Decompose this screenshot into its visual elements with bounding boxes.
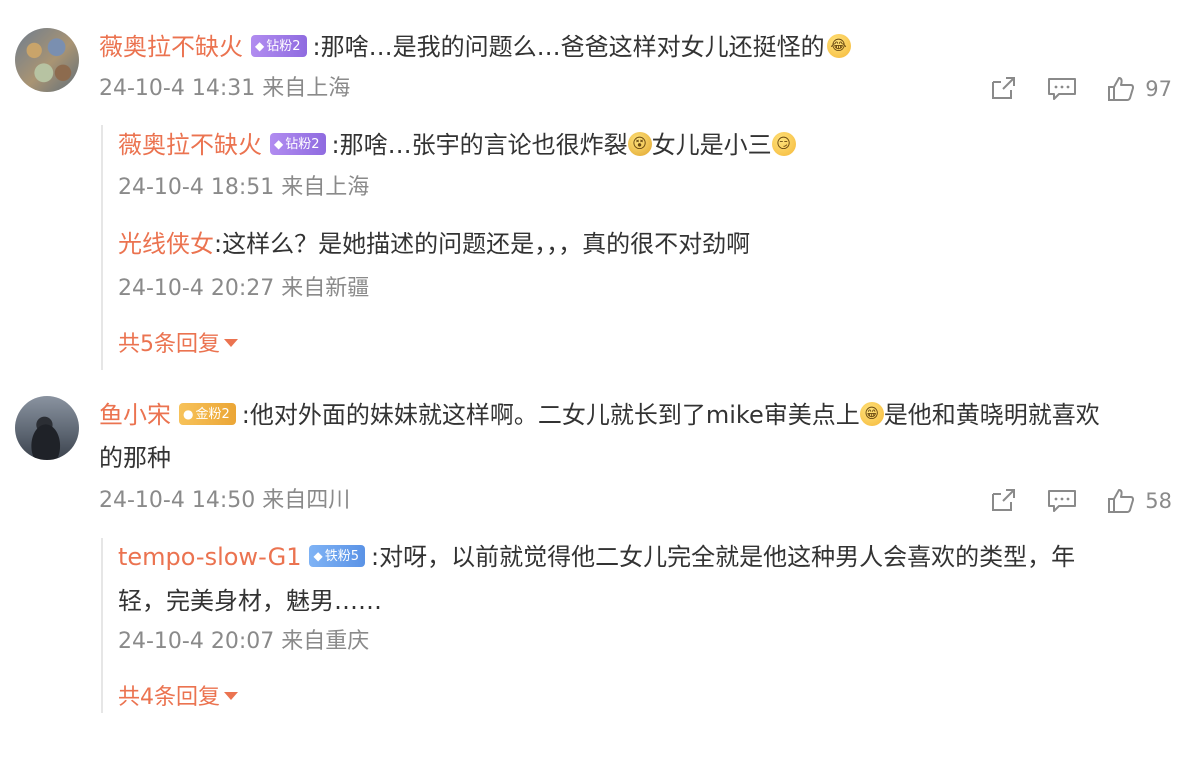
gold-medal-icon: ● [183, 407, 194, 421]
diamond-icon: ◆ [255, 39, 265, 53]
share-button[interactable] [989, 76, 1017, 102]
more-replies-link[interactable]: 共5条回复 [118, 328, 238, 362]
fan-badge[interactable]: ● 金粉2 [179, 403, 236, 425]
comment-actions: 97 [959, 72, 1172, 106]
comment-button[interactable] [1047, 76, 1077, 102]
chevron-down-icon [224, 692, 238, 700]
comment-meta: 24-10-4 14:50 来自四川 [99, 488, 351, 513]
chevron-down-icon [224, 339, 238, 347]
comment-text: :他对外面的妹妹就这样啊。二女儿就长到了mike审美点上 [241, 401, 860, 429]
avatar[interactable] [15, 396, 79, 460]
comment-meta: 24-10-4 14:31 来自上海 [99, 76, 351, 101]
username-link[interactable]: 光线侠女 [118, 230, 214, 258]
comment-text: :那啥…是我的问题么…爸爸这样对女儿还挺怪的 [312, 33, 825, 61]
username-link[interactable]: 薇奥拉不缺火 [118, 131, 262, 159]
reply-meta: 24-10-4 20:27 来自新疆 [118, 276, 370, 301]
username-link[interactable]: 鱼小宋 [99, 401, 171, 429]
reply-meta: 24-10-4 20:07 来自重庆 [118, 629, 370, 654]
reply-text: :这样么？是她描述的问题还是，，，真的很不对劲啊 [214, 230, 751, 258]
reply-text: :那啥…张宇的言论也很炸裂 [331, 131, 628, 159]
crying-laugh-emoji-icon: 😂 [826, 34, 851, 58]
like-button[interactable]: 97 [1107, 76, 1172, 102]
grin-emoji-icon: 😁 [859, 402, 884, 426]
comment-content: 薇奥拉不缺火 ◆ 钻粉2:那啥…是我的问题么…爸爸这样对女儿还挺怪的 😂 [99, 30, 851, 64]
thumbs-up-icon [1108, 77, 1135, 101]
like-button[interactable]: 58 [1107, 488, 1172, 514]
reply-thread [101, 538, 103, 713]
diamond-icon: ◆ [274, 137, 284, 151]
comment-text: 是他和黄晓明就喜欢 [883, 401, 1100, 429]
shocked-emoji-icon: 😵 [627, 132, 652, 156]
comment-actions: 58 [959, 484, 1172, 518]
share-icon [992, 77, 1016, 99]
reply-content: 薇奥拉不缺火 ◆ 钻粉2:那啥…张宇的言论也很炸裂 😵 女儿是小三 😏 [118, 128, 796, 162]
avatar[interactable] [15, 28, 79, 92]
reply-text: :对呀，以前就觉得他二女儿完全就是他这种男人会喜欢的类型，年 [370, 543, 1076, 571]
username-link[interactable]: 薇奥拉不缺火 [99, 33, 243, 61]
fan-badge[interactable]: ◆ 铁粉5 [309, 545, 365, 567]
reply-text: 轻，完美身材，魅男…… [118, 587, 382, 615]
comment-content: 鱼小宋 ● 金粉2:他对外面的妹妹就这样啊。二女儿就长到了mike审美点上 😁 是他和黄… [99, 398, 1100, 432]
reply-thread [101, 125, 103, 370]
share-icon [992, 489, 1016, 511]
username-link[interactable]: tempo-slow-G1 [118, 543, 301, 571]
reply-content: 光线侠女:这样么？是她描述的问题还是，，，真的很不对劲啊 [118, 227, 750, 261]
comment-button[interactable] [1047, 488, 1077, 514]
reply-content: tempo-slow-G1 ◆ 铁粉5:对呀，以前就觉得他二女儿完全就是他这种男人会… [118, 540, 1075, 574]
share-button[interactable] [989, 488, 1017, 514]
like-count: 58 [1145, 489, 1172, 513]
iron-diamond-icon: ◆ [313, 549, 323, 563]
reply-text: 女儿是小三 [651, 131, 772, 159]
fan-badge[interactable]: ◆ 钻粉2 [270, 133, 326, 155]
comment-icon [1048, 490, 1077, 512]
comment-text: 的那种 [99, 444, 171, 472]
comment-icon [1048, 78, 1077, 100]
like-count: 97 [1145, 77, 1172, 101]
more-replies-link[interactable]: 共4条回复 [118, 681, 238, 715]
thumbs-up-icon [1108, 489, 1135, 513]
fan-badge[interactable]: ◆ 钻粉2 [251, 35, 307, 57]
smug-emoji-icon: 😏 [771, 132, 796, 156]
reply-meta: 24-10-4 18:51 来自上海 [118, 175, 370, 200]
